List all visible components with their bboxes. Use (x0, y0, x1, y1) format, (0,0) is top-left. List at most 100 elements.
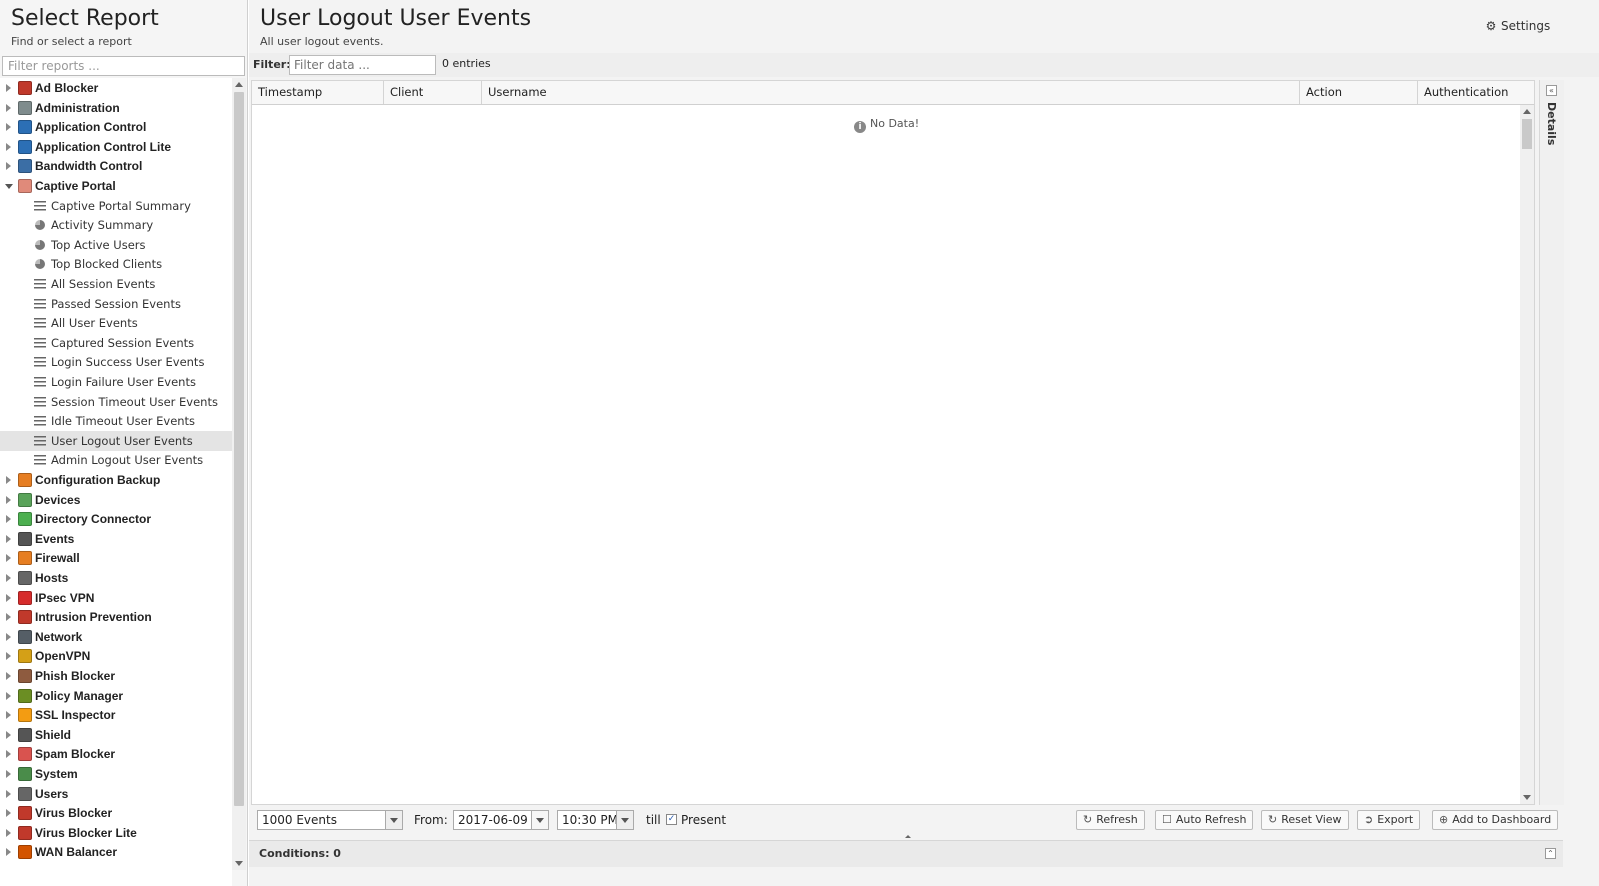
scrollbar-thumb[interactable] (234, 92, 244, 806)
column-header-authentication[interactable]: Authentication (1418, 81, 1534, 104)
tree-item-network[interactable]: Network (0, 627, 232, 647)
tree-item-devices[interactable]: Devices (0, 490, 232, 510)
report-item[interactable]: Idle Timeout User Events (0, 411, 232, 431)
column-header-action[interactable]: Action (1300, 81, 1418, 104)
report-item[interactable]: All User Events (0, 313, 232, 333)
tree-item-virus-blocker[interactable]: Virus Blocker (0, 803, 232, 823)
calendar-icon[interactable] (531, 811, 548, 829)
report-item[interactable]: Top Blocked Clients (0, 254, 232, 274)
tree-item-intrusion-prevention[interactable]: Intrusion Prevention (0, 607, 232, 627)
collapsed-arrow-icon[interactable] (6, 84, 11, 92)
collapsed-arrow-icon[interactable] (6, 554, 11, 563)
collapse-details-icon[interactable]: « (1546, 85, 1557, 96)
tree-item-ad-blocker[interactable]: Ad Blocker (0, 78, 232, 98)
collapsed-arrow-icon[interactable] (6, 593, 11, 602)
collapsed-arrow-icon[interactable] (6, 652, 11, 661)
scroll-down-icon[interactable] (235, 861, 243, 866)
report-item[interactable]: Captured Session Events (0, 333, 232, 353)
details-panel[interactable]: « Details (1539, 80, 1564, 805)
tree-item-bandwidth-control[interactable]: Bandwidth Control (0, 156, 232, 176)
present-label[interactable]: Present (681, 813, 726, 827)
collapsed-arrow-icon[interactable] (6, 632, 11, 641)
tree-item-spam-blocker[interactable]: Spam Blocker (0, 744, 232, 764)
tree-item-shield[interactable]: Shield (0, 725, 232, 745)
reset-view-button[interactable]: ↻ Reset View (1261, 810, 1349, 830)
tree-item-ipsec-vpn[interactable]: IPsec VPN (0, 588, 232, 608)
collapsed-arrow-icon[interactable] (6, 476, 11, 484)
expanded-arrow-icon[interactable] (5, 184, 13, 189)
add-to-dashboard-button[interactable]: ⊕ Add to Dashboard (1432, 810, 1559, 830)
scroll-down-icon[interactable] (1523, 795, 1531, 800)
tree-item-events[interactable]: Events (0, 529, 232, 549)
details-label[interactable]: Details (1545, 102, 1558, 145)
settings-button[interactable]: ⚙ Settings (1485, 19, 1551, 33)
report-item[interactable]: Captive Portal Summary (0, 196, 232, 216)
collapsed-arrow-icon[interactable] (6, 515, 11, 524)
report-item[interactable]: Top Active Users (0, 235, 232, 255)
refresh-button[interactable]: ↻ Refresh (1076, 810, 1145, 830)
collapsed-arrow-icon[interactable] (6, 789, 11, 798)
scroll-up-icon[interactable] (235, 82, 243, 87)
present-checkbox[interactable]: ✓ (666, 814, 677, 825)
collapsed-arrow-icon[interactable] (6, 828, 11, 837)
report-item[interactable]: User Logout User Events (0, 430, 232, 451)
report-item[interactable]: Login Success User Events (0, 352, 232, 372)
filter-data-input[interactable] (289, 55, 436, 75)
collapsed-arrow-icon[interactable] (6, 123, 11, 132)
tree-item-captive-portal[interactable]: Captive Portal (0, 176, 232, 196)
column-header-timestamp[interactable]: Timestamp (252, 81, 384, 104)
collapsed-arrow-icon[interactable] (6, 848, 11, 857)
collapsed-arrow-icon[interactable] (6, 691, 11, 700)
events-limit-select[interactable]: 1000 Events (257, 810, 403, 830)
tree-item-firewall[interactable]: Firewall (0, 548, 232, 568)
from-date-field[interactable]: 2017-06-09 (453, 810, 549, 830)
collapsed-arrow-icon[interactable] (6, 142, 11, 151)
tree-item-administration[interactable]: Administration (0, 98, 232, 118)
collapsed-arrow-icon[interactable] (6, 613, 11, 622)
report-item[interactable]: Activity Summary (0, 215, 232, 235)
collapsed-arrow-icon[interactable] (6, 162, 11, 171)
column-header-client[interactable]: Client (384, 81, 482, 104)
tree-item-policy-manager[interactable]: Policy Manager (0, 686, 232, 706)
report-item[interactable]: Session Timeout User Events (0, 392, 232, 412)
from-time-field[interactable]: 10:30 PM (557, 810, 634, 830)
tree-item-directory-connector[interactable]: Directory Connector (0, 509, 232, 529)
report-item[interactable]: Login Failure User Events (0, 372, 232, 392)
tree-item-application-control-lite[interactable]: Application Control Lite (0, 137, 232, 157)
tree-item-virus-blocker-lite[interactable]: Virus Blocker Lite (0, 823, 232, 843)
tree-item-ssl-inspector[interactable]: SSL Inspector (0, 705, 232, 725)
report-tree-scrollbar[interactable] (232, 78, 246, 870)
tree-item-wan-balancer[interactable]: WAN Balancer (0, 842, 232, 862)
conditions-bar[interactable]: Conditions: 0 ⌃ (249, 840, 1563, 867)
collapsed-arrow-icon[interactable] (6, 574, 11, 582)
collapsed-arrow-icon[interactable] (6, 730, 11, 739)
collapsed-arrow-icon[interactable] (6, 770, 11, 778)
report-item[interactable]: Passed Session Events (0, 294, 232, 314)
chevron-down-icon[interactable] (385, 811, 402, 829)
export-button[interactable]: ➲ Export (1357, 810, 1421, 830)
filter-reports-input[interactable] (2, 56, 245, 76)
grid-scrollbar[interactable] (1520, 105, 1534, 804)
tree-item-phish-blocker[interactable]: Phish Blocker (0, 666, 232, 686)
tree-item-hosts[interactable]: Hosts (0, 568, 232, 588)
collapsed-arrow-icon[interactable] (6, 103, 11, 112)
chevron-down-icon[interactable] (616, 811, 633, 829)
report-item[interactable]: Admin Logout User Events (0, 450, 232, 470)
tree-item-application-control[interactable]: Application Control (0, 117, 232, 137)
scroll-up-icon[interactable] (1523, 109, 1531, 114)
tree-item-configuration-backup[interactable]: Configuration Backup (0, 470, 232, 490)
collapsed-arrow-icon[interactable] (6, 711, 11, 720)
auto-refresh-button[interactable]: ☐ Auto Refresh (1155, 810, 1254, 830)
collapsed-arrow-icon[interactable] (6, 534, 11, 543)
collapsed-arrow-icon[interactable] (6, 809, 11, 818)
tree-item-users[interactable]: Users (0, 784, 232, 804)
column-header-username[interactable]: Username (482, 81, 1300, 104)
tree-item-openvpn[interactable]: OpenVPN (0, 646, 232, 666)
collapsed-arrow-icon[interactable] (6, 750, 11, 759)
collapsed-arrow-icon[interactable] (6, 672, 11, 680)
tree-item-system[interactable]: System (0, 764, 232, 784)
expand-conditions-icon[interactable]: ⌃ (1545, 848, 1556, 859)
scrollbar-thumb[interactable] (1522, 119, 1532, 149)
report-item[interactable]: All Session Events (0, 274, 232, 294)
collapsed-arrow-icon[interactable] (6, 495, 11, 504)
